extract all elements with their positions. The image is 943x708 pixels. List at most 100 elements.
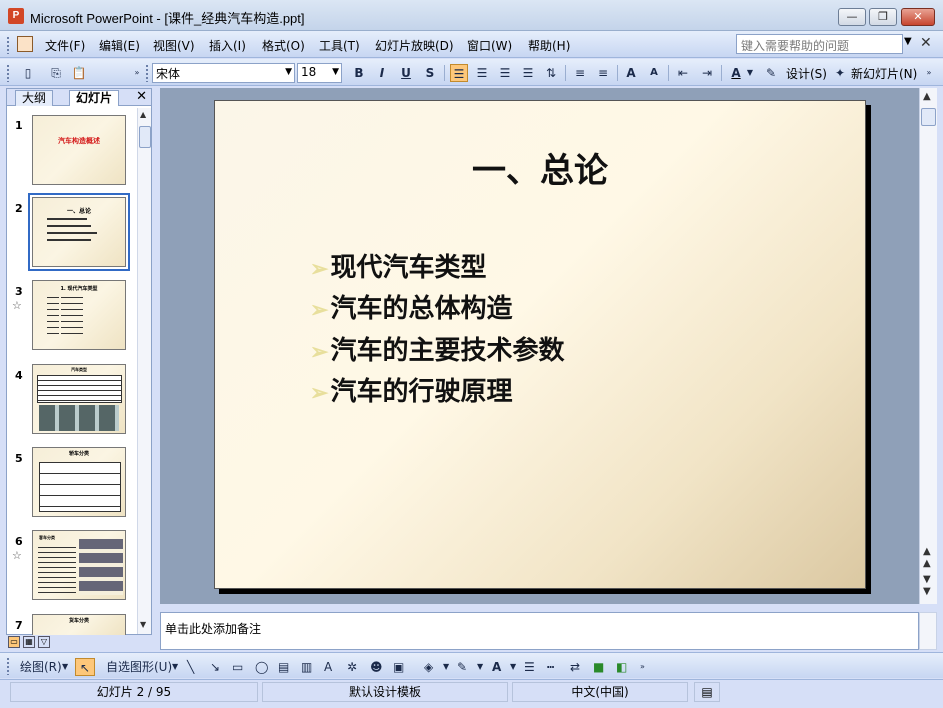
toolbar-options-icon[interactable]: » (132, 64, 142, 82)
grow-font-button[interactable]: A (622, 64, 640, 82)
menu-file[interactable]: 文件(F) (45, 37, 85, 54)
slide-bullet[interactable]: ➢汽车的行驶原理 (310, 371, 512, 408)
scroll-down-icon[interactable]: ▲ (923, 546, 931, 557)
font-name-select[interactable]: 宋体 ▼ (152, 63, 295, 83)
chevron-down-icon[interactable]: ▼ (443, 658, 449, 676)
diagram-icon[interactable]: ✲ (347, 658, 357, 676)
slide-vertical-scrollbar[interactable]: ▲ ▲ ▲ ▼ ▼ (919, 88, 937, 604)
toolbar-options-icon[interactable]: » (924, 64, 934, 82)
tab-slides[interactable]: 幻灯片 (69, 90, 120, 106)
slide-bullet[interactable]: ➢现代汽车类型 (310, 247, 486, 284)
menu-help[interactable]: 帮助(H) (528, 37, 570, 54)
menu-edit[interactable]: 编辑(E) (99, 37, 140, 54)
slides-pane-scrollbar[interactable]: ▲ ▼ (137, 108, 151, 634)
underline-button[interactable]: U (397, 64, 415, 82)
slide-title[interactable]: 一、总论 (215, 143, 865, 192)
copy-icon[interactable]: ⎘ (47, 64, 65, 82)
line-style-icon[interactable]: ☰ (524, 658, 535, 676)
normal-view-icon[interactable]: ▭ (8, 636, 20, 648)
previous-slide-icon[interactable]: ▲ (923, 558, 931, 569)
scrollbar-thumb[interactable] (921, 108, 936, 126)
dash-style-icon[interactable]: ┅ (547, 658, 554, 676)
fill-color-icon[interactable]: ◈ (424, 658, 433, 676)
increase-indent-icon[interactable]: ⇥ (698, 64, 716, 82)
scroll-up-icon[interactable]: ▲ (923, 91, 931, 102)
menu-tools[interactable]: 工具(T) (319, 37, 360, 54)
3d-style-icon[interactable]: ◧ (616, 658, 627, 676)
document-close-icon[interactable]: ✕ (920, 35, 932, 51)
shadow-button[interactable]: S (421, 64, 439, 82)
chevron-down-icon[interactable]: ▼ (745, 64, 755, 82)
restore-button[interactable]: ❐ (869, 8, 897, 26)
draw-menu-button[interactable]: 绘图(R) (20, 658, 62, 676)
document-icon[interactable] (17, 36, 33, 52)
wordart-icon[interactable]: A (324, 658, 332, 676)
menu-window[interactable]: 窗口(W) (467, 37, 512, 54)
slide-bullet[interactable]: ➢汽车的主要技术参数 (310, 330, 564, 367)
clipart-icon[interactable]: ☻ (370, 658, 383, 676)
chevron-down-icon[interactable]: ▼ (172, 658, 178, 676)
scroll-down-icon[interactable]: ▼ (140, 620, 146, 629)
slide-thumbnail-3[interactable]: 1. 现代汽车类型 (32, 280, 126, 350)
arrow-icon[interactable]: ↘ (210, 658, 220, 676)
select-pointer-icon[interactable]: ↖ (75, 658, 95, 676)
pane-close-icon[interactable]: ✕ (136, 89, 147, 104)
menu-slideshow[interactable]: 幻灯片放映(D) (375, 37, 454, 54)
oval-icon[interactable]: ◯ (255, 658, 268, 676)
scrollbar-thumb[interactable] (139, 126, 151, 148)
toolbar-grip[interactable] (6, 64, 10, 82)
notes-pane[interactable]: 单击此处添加备注 (160, 612, 919, 650)
justify-icon[interactable]: ☰ (519, 64, 537, 82)
bold-button[interactable]: B (350, 64, 368, 82)
help-search-input[interactable]: 键入需要帮助的问题 (736, 34, 903, 54)
slide-thumbnail-2[interactable]: 一、总论 (28, 193, 130, 271)
arrow-style-icon[interactable]: ⇄ (570, 658, 580, 676)
notes-scrollbar[interactable] (919, 612, 937, 650)
line-spacing-icon[interactable]: ⇅ (542, 64, 560, 82)
toolbar-grip[interactable] (6, 657, 10, 675)
slide-sorter-view-icon[interactable]: ▦ (23, 636, 35, 648)
bullets-icon[interactable]: ≡ (594, 64, 612, 82)
autoshapes-button[interactable]: 自选图形(U) (106, 658, 172, 676)
shrink-font-button[interactable]: A (645, 64, 663, 82)
menu-view[interactable]: 视图(V) (153, 37, 195, 54)
shadow-style-icon[interactable]: ■ (593, 658, 604, 676)
font-size-select[interactable]: 18 ▼ (297, 63, 342, 83)
italic-button[interactable]: I (373, 64, 391, 82)
toolbar-options-icon[interactable]: » (640, 658, 645, 676)
slideshow-view-icon[interactable]: ▽ (38, 636, 50, 648)
scroll-down-icon[interactable]: ▼ (923, 586, 931, 597)
chevron-down-icon[interactable]: ▼ (477, 658, 483, 676)
decrease-indent-icon[interactable]: ⇤ (674, 64, 692, 82)
tab-outline[interactable]: 大纲 (15, 90, 54, 106)
slide-bullet[interactable]: ➢汽车的总体构造 (310, 288, 512, 325)
numbering-icon[interactable]: ≡ (571, 64, 589, 82)
slide-thumbnail-5[interactable]: 轿车分类 (32, 447, 126, 517)
align-right-button[interactable]: ☰ (496, 64, 514, 82)
notes-placeholder[interactable]: 单击此处添加备注 (165, 620, 261, 637)
new-slide-button[interactable]: 新幻灯片(N) (851, 65, 917, 82)
chevron-down-icon[interactable]: ▼ (62, 658, 68, 676)
slide-thumbnail-4[interactable]: 汽车类型 (32, 364, 126, 434)
chevron-down-icon[interactable]: ▼ (510, 658, 516, 676)
align-left-button[interactable]: ☰ (450, 64, 468, 82)
align-center-button[interactable]: ☰ (473, 64, 491, 82)
powerpoint-app-icon[interactable]: P (8, 8, 24, 24)
font-color-button[interactable]: A (727, 64, 745, 82)
slide-thumbnail-6[interactable]: 客车分类 (32, 530, 126, 600)
spelling-icon[interactable]: ▤ (694, 682, 720, 702)
scroll-up-icon[interactable]: ▲ (140, 110, 146, 119)
line-icon[interactable]: ╲ (187, 658, 194, 676)
next-slide-icon[interactable]: ▼ (923, 574, 931, 585)
close-button[interactable]: ✕ (901, 8, 935, 26)
new-document-icon[interactable]: ▯ (19, 64, 37, 82)
picture-icon[interactable]: ▣ (393, 658, 404, 676)
font-color-icon[interactable]: A (492, 658, 501, 676)
slide-thumbnail-7[interactable]: 货车分类 (32, 614, 126, 635)
textbox-icon[interactable]: ▤ (278, 658, 289, 676)
line-color-icon[interactable]: ✎ (457, 658, 467, 676)
chevron-down-icon[interactable]: ▼ (904, 36, 912, 47)
menu-insert[interactable]: 插入(I) (209, 37, 246, 54)
paste-icon[interactable]: 📋 (70, 64, 88, 82)
rectangle-icon[interactable]: ▭ (232, 658, 243, 676)
